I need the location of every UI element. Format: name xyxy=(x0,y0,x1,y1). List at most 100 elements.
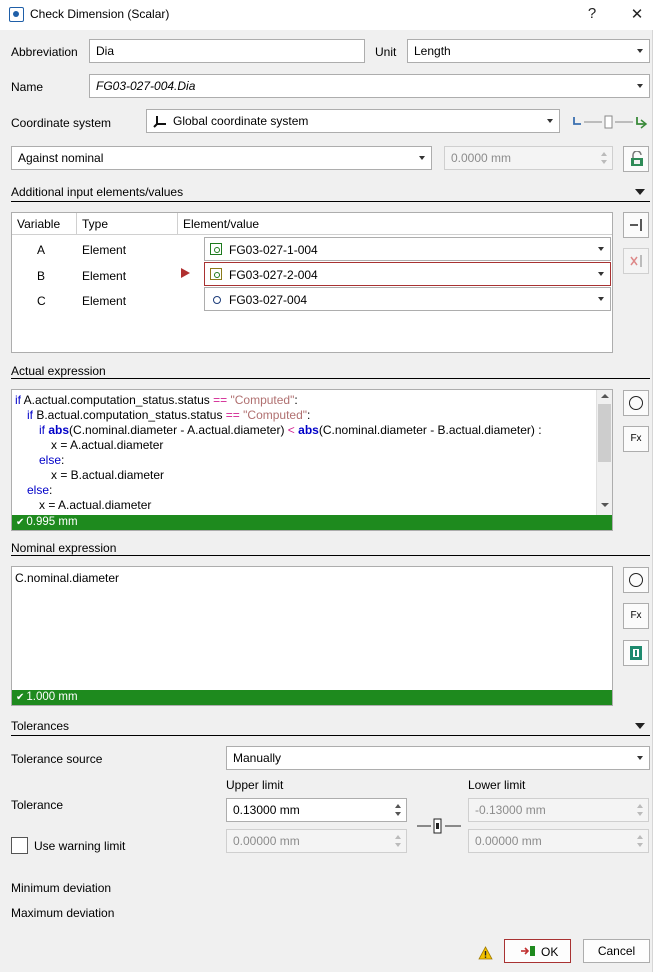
name-select[interactable]: FG03-027-004.Dia xyxy=(89,74,650,98)
lock-button[interactable] xyxy=(623,146,649,172)
remove-variable-button[interactable] xyxy=(623,248,649,274)
abbreviation-label: Abbreviation xyxy=(11,45,78,59)
nominal-function-button[interactable]: Fx xyxy=(623,603,649,629)
section-divider xyxy=(11,555,650,556)
actual-expression-editor[interactable]: if A.actual.computation_status.status ==… xyxy=(11,389,613,531)
row-b-type: Element xyxy=(82,269,127,283)
code-line: x = B.actual.diameter xyxy=(51,468,165,482)
row-c-element: FG03-027-004 xyxy=(229,293,308,307)
ok-label: OK xyxy=(541,945,559,959)
minimum-deviation-label: Minimum deviation xyxy=(11,881,112,895)
scroll-up-icon[interactable] xyxy=(601,394,609,398)
remove-column-icon xyxy=(630,255,642,267)
nominal-offset-input: 0.0000 mm xyxy=(444,146,613,170)
code-line: x = A.actual.diameter xyxy=(39,498,152,512)
chevron-down-icon xyxy=(598,272,604,276)
circle-icon xyxy=(629,396,643,410)
warning-limit-label: Use warning limit xyxy=(34,839,126,853)
unlock-icon xyxy=(631,151,643,166)
coordinate-link-icon[interactable] xyxy=(571,114,651,130)
symmetric-link-icon[interactable] xyxy=(414,816,464,836)
upper-limit-input[interactable]: 0.13000 mm xyxy=(226,798,407,822)
scroll-thumb[interactable] xyxy=(598,404,611,462)
nominal-result-value: 1.000 mm xyxy=(26,691,78,703)
tolerance-source-select[interactable]: Manually xyxy=(226,746,650,770)
background-window-edge xyxy=(652,30,665,972)
row-c-element-select[interactable]: FG03-027-004 xyxy=(204,287,611,311)
row-a-element: FG03-027-1-004 xyxy=(229,243,318,257)
section-divider xyxy=(11,201,650,202)
comparison-mode-value: Against nominal xyxy=(18,151,104,165)
warning-feature-icon xyxy=(210,268,222,280)
close-button[interactable]: ✕ xyxy=(627,5,647,23)
unit-select[interactable]: Length xyxy=(407,39,650,63)
nominal-offset-value: 0.0000 mm xyxy=(451,151,512,165)
actual-function-button[interactable]: Fx xyxy=(623,426,649,452)
ok-button[interactable]: OK xyxy=(504,939,571,963)
chevron-down-icon xyxy=(598,247,604,251)
warning-lower-value: 0.00000 mm xyxy=(475,834,542,848)
abbreviation-input[interactable]: Dia xyxy=(89,39,365,63)
row-c-variable: C xyxy=(37,294,46,308)
section-divider xyxy=(11,735,650,736)
cancel-button[interactable]: Cancel xyxy=(583,939,650,963)
row-a-variable: A xyxy=(37,243,46,257)
column-header-element: Element/value xyxy=(178,213,612,235)
tolerance-label: Tolerance xyxy=(11,798,64,812)
insert-value-icon xyxy=(630,646,642,660)
nominal-select-element-button[interactable] xyxy=(623,567,649,593)
check-icon: ✔ xyxy=(16,517,25,528)
coordinate-system-label: Coordinate system xyxy=(11,116,112,130)
row-a-element-select[interactable]: FG03-027-1-004 xyxy=(204,237,611,261)
scroll-down-icon[interactable] xyxy=(601,503,609,507)
warning-limit-checkbox[interactable] xyxy=(11,837,28,854)
tolerance-source-value: Manually xyxy=(233,751,282,765)
actual-select-element-button[interactable] xyxy=(623,390,649,416)
window-title: Check Dimension (Scalar) xyxy=(30,7,170,21)
code-line: if abs(C.nominal.diameter - A.actual.dia… xyxy=(39,423,542,437)
row-b-variable: B xyxy=(37,269,46,283)
lower-limit-label: Lower limit xyxy=(468,778,526,792)
additional-inputs-title: Additional input elements/values xyxy=(11,185,184,199)
row-b-element-select[interactable]: FG03-027-2-004 xyxy=(204,262,611,286)
coordinate-system-select[interactable]: Global coordinate system xyxy=(146,109,560,133)
upper-limit-value: 0.13000 mm xyxy=(233,803,300,817)
name-label: Name xyxy=(11,80,44,94)
chevron-down-icon xyxy=(637,756,643,760)
tolerances-title: Tolerances xyxy=(11,719,70,733)
comparison-mode-select[interactable]: Against nominal xyxy=(11,146,432,170)
code-line: else: xyxy=(39,453,65,467)
upper-limit-label: Upper limit xyxy=(226,778,284,792)
unit-value: Length xyxy=(414,44,451,58)
circle-feature-icon xyxy=(210,243,222,255)
actual-result-value: 0.995 mm xyxy=(26,516,78,528)
chevron-down-icon xyxy=(637,49,643,53)
help-button[interactable]: ? xyxy=(582,5,602,22)
nominal-expression-editor[interactable]: C.nominal.diameter ✔ 1.000 mm xyxy=(11,566,613,706)
name-value: FG03-027-004.Dia xyxy=(96,79,196,93)
apply-arrow-icon xyxy=(521,946,535,956)
lower-limit-value: -0.13000 mm xyxy=(475,803,546,817)
warning-upper-value: 0.00000 mm xyxy=(233,834,300,848)
code-scrollbar[interactable] xyxy=(596,390,612,515)
add-variable-button[interactable] xyxy=(623,212,649,238)
collapse-triangle-icon[interactable] xyxy=(635,189,645,195)
current-row-arrow-icon xyxy=(181,268,190,278)
chevron-down-icon xyxy=(637,84,643,88)
nominal-circle-icon xyxy=(213,296,221,304)
column-header-type: Type xyxy=(77,213,178,235)
section-divider xyxy=(11,378,650,379)
lower-limit-input: -0.13000 mm xyxy=(468,798,649,822)
maximum-deviation-label: Maximum deviation xyxy=(11,906,115,920)
nominal-result-bar: ✔ 1.000 mm xyxy=(12,690,612,705)
check-icon: ✔ xyxy=(16,692,25,703)
code-line: C.nominal.diameter xyxy=(15,571,120,585)
code-line: x = A.actual.diameter xyxy=(51,438,164,452)
nominal-expression-title: Nominal expression xyxy=(11,541,117,555)
unit-label: Unit xyxy=(375,45,397,59)
collapse-triangle-icon[interactable] xyxy=(635,723,645,729)
coordinate-system-value: Global coordinate system xyxy=(173,114,309,128)
nominal-insert-button[interactable] xyxy=(623,640,649,666)
inputs-table: Variable Type Element/value A Element FG… xyxy=(11,212,613,353)
row-c-type: Element xyxy=(82,294,127,308)
